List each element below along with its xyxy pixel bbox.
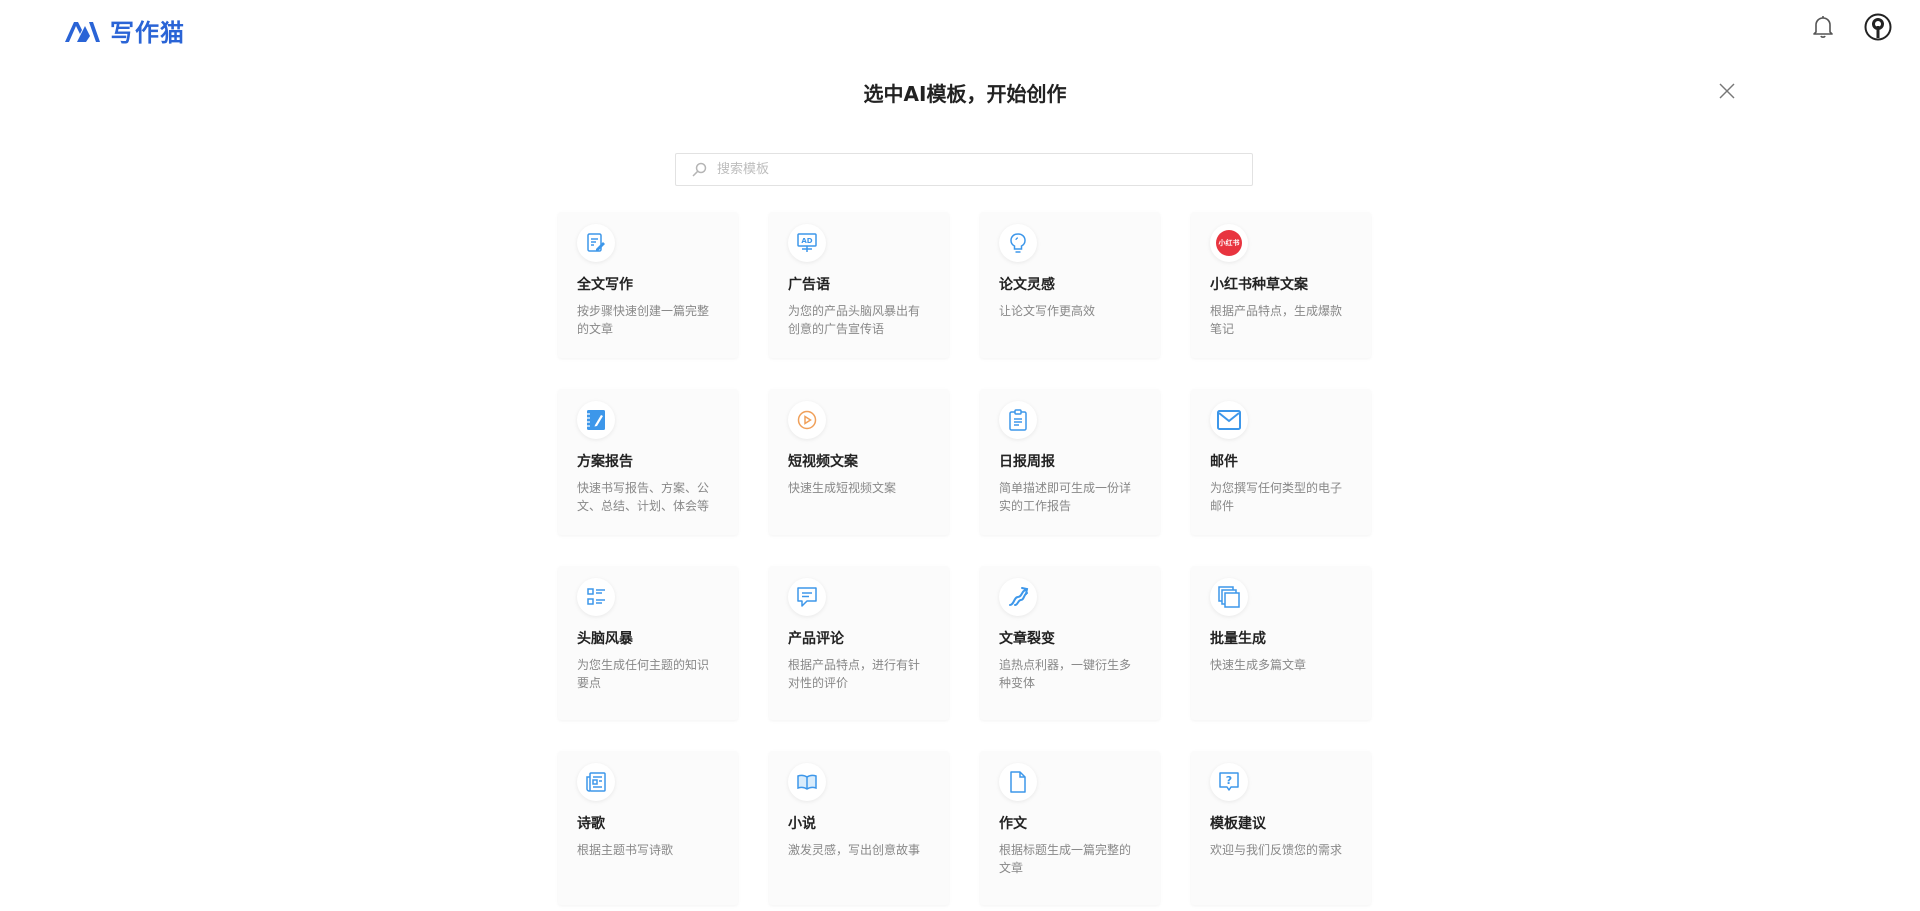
template-card-plan-report[interactable]: 方案报告 快速书写报告、方案、公文、总结、计划、体会等 [558,389,738,535]
template-desc: 快速生成短视频文案 [788,481,897,495]
template-desc: 激发灵感，写出创意故事 [788,843,921,857]
stack-copy-icon [1210,578,1248,616]
template-desc: 根据产品特点，生成爆款笔记 [1210,304,1343,336]
clipboard-icon [999,401,1037,439]
template-card-novel[interactable]: 小说 激发灵感，写出创意故事 [769,751,949,905]
template-title: 产品评论 [788,631,844,647]
template-card-template-suggestion[interactable]: ? 模板建议 欢迎与我们反馈您的需求 [1191,751,1371,905]
template-desc: 根据主题书写诗歌 [577,843,674,857]
template-card-ad-slogan[interactable]: AD 广告语 为您的产品头脑风暴出有创意的广告宣传语 [769,212,949,358]
user-avatar-icon[interactable] [1864,13,1892,41]
search-icon [692,162,707,177]
template-card-email[interactable]: 邮件 为您撰写任何类型的电子邮件 [1191,389,1371,535]
template-title: 方案报告 [577,454,633,470]
logo[interactable]: 写作猫 [63,13,185,48]
template-desc: 根据产品特点，进行有针对性的评价 [788,658,921,690]
template-title: 小说 [788,816,816,832]
template-title: 批量生成 [1210,631,1266,647]
template-desc: 根据标题生成一篇完整的文章 [999,843,1132,875]
template-card-paper-inspiration[interactable]: 论文灵感 让论文写作更高效 [980,212,1160,358]
newspaper-icon [577,763,615,801]
template-title: 作文 [999,816,1027,832]
top-bar: 写作猫 [0,0,1920,55]
template-card-article-fission[interactable]: 文章裂变 追热点利器，一键衍生多种变体 [980,566,1160,720]
xiaohongshu-logo-text: 小红书 [1218,239,1240,247]
template-desc: 欢迎与我们反馈您的需求 [1210,843,1343,857]
template-title: 短视频文案 [788,454,858,470]
template-title: 文章裂变 [999,631,1055,647]
xiaohongshu-icon: 小红书 [1210,224,1248,262]
book-icon [788,763,826,801]
template-desc: 简单描述即可生成一份详实的工作报告 [999,481,1132,513]
logo-mark-icon [65,21,100,42]
template-card-full-article[interactable]: 全文写作 按步骤快速创建一篇完整的文章 [558,212,738,358]
notebook-icon [577,401,615,439]
template-title: 头脑风暴 [577,631,633,647]
template-desc: 按步骤快速创建一篇完整的文章 [577,304,710,336]
template-title: 模板建议 [1210,816,1266,832]
template-title: 广告语 [788,277,830,293]
template-desc: 追热点利器，一键衍生多种变体 [999,658,1132,690]
template-title: 论文灵感 [999,277,1055,293]
template-desc: 为您撰写任何类型的电子邮件 [1210,481,1343,513]
document-icon [999,763,1037,801]
template-desc: 快速生成多篇文章 [1210,658,1307,672]
template-desc: 为您生成任何主题的知识要点 [577,658,710,690]
template-card-product-review[interactable]: 产品评论 根据产品特点，进行有针对性的评价 [769,566,949,720]
question-icon: ? [1210,763,1248,801]
template-desc: 为您的产品头脑风暴出有创意的广告宣传语 [788,304,921,336]
template-card-poetry[interactable]: 诗歌 根据主题书写诗歌 [558,751,738,905]
logo-text: 写作猫 [110,18,185,47]
modal-title: 选中AI模板，开始创作 [863,82,1067,106]
svg-text:AD: AD [801,237,812,245]
template-search-box[interactable] [675,153,1253,186]
comment-icon [788,578,826,616]
template-card-short-video[interactable]: 短视频文案 快速生成短视频文案 [769,389,949,535]
template-card-brainstorm[interactable]: 头脑风暴 为您生成任何主题的知识要点 [558,566,738,720]
svg-text:?: ? [1226,774,1232,787]
split-arrow-icon [999,578,1037,616]
mail-icon [1210,401,1248,439]
template-card-batch-generate[interactable]: 批量生成 快速生成多篇文章 [1191,566,1371,720]
edit-doc-icon [577,224,615,262]
ad-board-icon: AD [788,224,826,262]
template-card-daily-weekly-report[interactable]: 日报周报 简单描述即可生成一份详实的工作报告 [980,389,1160,535]
template-title: 全文写作 [577,277,633,293]
play-icon [788,401,826,439]
template-title: 诗歌 [577,816,605,832]
close-icon[interactable] [1718,82,1736,100]
search-input[interactable] [715,161,1239,178]
template-title: 邮件 [1210,454,1238,470]
template-title: 日报周报 [999,454,1055,470]
template-desc: 让论文写作更高效 [999,304,1096,318]
template-card-essay[interactable]: 作文 根据标题生成一篇完整的文章 [980,751,1160,905]
template-desc: 快速书写报告、方案、公文、总结、计划、体会等 [577,481,710,513]
lightbulb-icon [999,224,1037,262]
notification-bell-icon[interactable] [1812,15,1834,39]
template-title: 小红书种草文案 [1210,277,1308,293]
list-icon [577,578,615,616]
template-card-xiaohongshu[interactable]: 小红书 小红书种草文案 根据产品特点，生成爆款笔记 [1191,212,1371,358]
